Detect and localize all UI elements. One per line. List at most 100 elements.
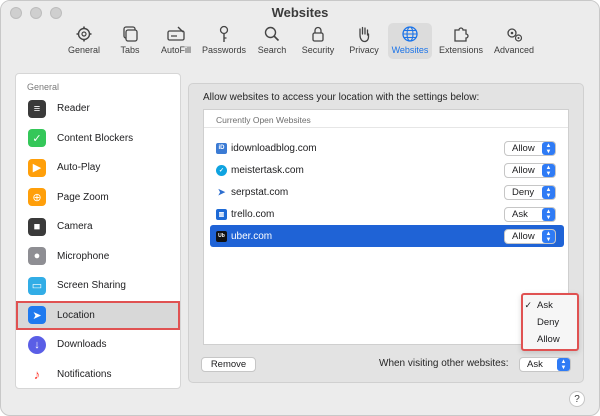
sidebar-item-label: Downloads	[57, 339, 107, 351]
lock-icon	[312, 26, 324, 42]
permission-popup[interactable]: Deny ▲ ▼	[504, 185, 556, 200]
website-name: uber.com	[231, 230, 273, 242]
sidebar-item-downloads[interactable]: ↓ Downloads	[16, 330, 180, 360]
website-row-idownloadblog[interactable]: iD idownloadblog.com Allow ▲ ▼	[210, 137, 564, 159]
chevron-updown-icon: ▲ ▼	[557, 358, 570, 371]
tab-search-label: Search	[257, 45, 287, 55]
website-name: trello.com	[231, 208, 275, 220]
checkmark-icon: ✓	[524, 299, 532, 310]
zoom-icon: ⊕	[28, 188, 46, 207]
puzzle-icon	[454, 27, 469, 42]
other-websites-value: Ask	[527, 359, 543, 370]
permission-value: Ask	[512, 209, 528, 220]
preferences-window: Websites General Tabs AutoFill Passwords…	[0, 0, 600, 416]
tab-tabs[interactable]: Tabs	[108, 23, 152, 59]
sidebar-item-microphone[interactable]: ● Microphone	[16, 242, 180, 272]
website-name: idownloadblog.com	[231, 142, 317, 154]
sidebar: General ≡ Reader ✓ Content Blockers ▶ Au…	[15, 73, 181, 389]
uber-favicon: Ub	[216, 230, 227, 242]
bell-icon: ♪	[28, 365, 46, 384]
menu-option-label: Allow	[537, 333, 560, 345]
tab-tabs-label: Tabs	[120, 45, 140, 55]
permission-value: Allow	[512, 231, 535, 242]
window-title: Websites	[271, 5, 329, 20]
gear-icon	[76, 26, 92, 42]
search-icon	[264, 26, 280, 42]
permission-popup[interactable]: Allow ▲ ▼	[504, 229, 556, 244]
sidebar-section-header: General	[27, 82, 60, 92]
website-row-uber[interactable]: Ub uber.com Allow ▲ ▼	[210, 225, 564, 247]
key-icon	[219, 25, 229, 42]
help-button[interactable]: ?	[569, 391, 585, 407]
sidebar-item-camera[interactable]: ■ Camera	[16, 212, 180, 242]
website-row-serpstat[interactable]: ➤ serpstat.com Deny ▲ ▼	[210, 181, 564, 203]
sidebar-item-content-blockers[interactable]: ✓ Content Blockers	[16, 124, 180, 154]
other-websites-popup[interactable]: Ask ▲ ▼	[519, 357, 571, 372]
sidebar-item-auto-play[interactable]: ▶ Auto-Play	[16, 153, 180, 183]
websites-list: Currently Open Websites iD idownloadblog…	[203, 109, 569, 345]
tab-advanced[interactable]: Advanced	[490, 23, 538, 59]
menu-option-deny[interactable]: Deny	[523, 314, 577, 330]
tab-passwords[interactable]: Passwords	[200, 23, 248, 59]
menu-option-ask[interactable]: ✓ Ask	[523, 297, 577, 313]
website-name: serpstat.com	[231, 186, 289, 198]
permission-popup[interactable]: Allow ▲ ▼	[504, 163, 556, 178]
permission-value: Allow	[512, 143, 535, 154]
tab-websites[interactable]: Websites	[388, 23, 432, 59]
tab-search[interactable]: Search	[250, 23, 294, 59]
sidebar-item-reader[interactable]: ≡ Reader	[16, 94, 180, 124]
serpstat-favicon: ➤	[216, 186, 227, 198]
remove-button[interactable]: Remove	[201, 357, 256, 372]
location-arrow-icon: ➤	[28, 306, 46, 325]
tabs-icon	[123, 26, 138, 42]
tab-autofill-label: AutoFill	[160, 45, 191, 55]
website-row-meistertask[interactable]: ✓ meistertask.com Allow ▲ ▼	[210, 159, 564, 181]
play-icon: ▶	[28, 158, 46, 177]
trello-favicon: ▥	[216, 208, 227, 220]
sidebar-item-location[interactable]: ➤ Location	[16, 300, 180, 330]
hand-icon	[359, 26, 370, 43]
tab-autofill[interactable]: AutoFill	[154, 23, 198, 59]
chevron-updown-icon: ▲ ▼	[542, 230, 555, 243]
sidebar-item-label: Reader	[57, 103, 90, 115]
toolbar: General Tabs AutoFill Passwords Search S…	[1, 23, 599, 59]
permission-popup[interactable]: Ask ▲ ▼	[504, 207, 556, 222]
sidebar-item-label: Page Zoom	[57, 191, 109, 203]
sidebar-item-page-zoom[interactable]: ⊕ Page Zoom	[16, 183, 180, 213]
menu-option-allow[interactable]: Allow	[523, 331, 577, 347]
tab-extensions-label: Extensions	[438, 45, 484, 55]
reader-icon: ≡	[28, 99, 46, 118]
tab-general[interactable]: General	[62, 23, 106, 59]
sidebar-item-label: Microphone	[57, 250, 110, 262]
microphone-icon: ●	[28, 247, 46, 266]
tab-security[interactable]: Security	[296, 23, 340, 59]
sidebar-item-label: Content Blockers	[57, 132, 134, 144]
sidebar-item-label: Camera	[57, 221, 93, 233]
gears-icon	[507, 28, 523, 42]
menu-option-label: Ask	[537, 299, 553, 311]
permission-value: Allow	[512, 165, 535, 176]
tab-security-label: Security	[301, 45, 335, 55]
sidebar-item-notifications[interactable]: ♪ Notifications	[16, 360, 180, 389]
checkmark-shield-icon: ✓	[28, 129, 46, 148]
tab-extensions[interactable]: Extensions	[434, 23, 488, 59]
menu-option-label: Deny	[537, 316, 560, 328]
website-name: meistertask.com	[231, 164, 304, 176]
camera-icon: ■	[28, 217, 46, 236]
tab-websites-label: Websites	[391, 45, 429, 55]
idownloadblog-favicon: iD	[216, 142, 227, 154]
website-row-trello[interactable]: ▥ trello.com Ask ▲ ▼	[210, 203, 564, 225]
tab-privacy[interactable]: Privacy	[342, 23, 386, 59]
sidebar-item-label: Notifications	[57, 368, 112, 380]
sidebar-item-screen-sharing[interactable]: ▭ Screen Sharing	[16, 271, 180, 301]
autofill-icon	[167, 26, 185, 41]
download-icon: ↓	[28, 335, 46, 354]
permission-popup[interactable]: Allow ▲ ▼	[504, 141, 556, 156]
chevron-updown-icon: ▲ ▼	[542, 142, 555, 155]
globe-icon	[402, 26, 418, 42]
panel-description: Allow websites to access your location w…	[203, 92, 480, 103]
list-header: Currently Open Websites	[204, 110, 568, 128]
other-websites-label: When visiting other websites:	[379, 358, 509, 369]
permission-value: Deny	[512, 187, 535, 198]
chevron-updown-icon: ▲ ▼	[542, 164, 555, 177]
